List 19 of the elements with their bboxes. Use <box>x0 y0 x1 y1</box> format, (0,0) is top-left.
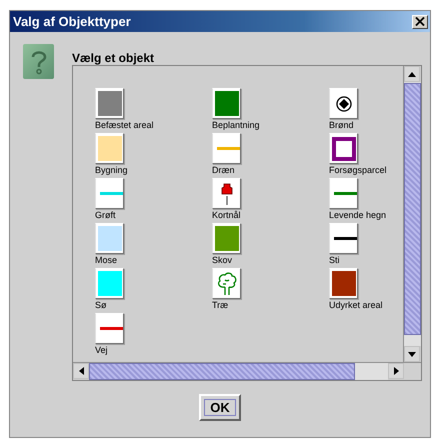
object-type-label: Vej <box>95 344 108 356</box>
window-title: Valg af Objekttyper <box>13 14 131 29</box>
object-type-label: Beplantning <box>212 119 260 131</box>
dialog-heading: Vælg et objekt <box>72 51 156 65</box>
object-type-label: Kortnål <box>212 209 241 221</box>
object-type-label: Sti <box>329 254 340 266</box>
object-type-label: Brønd <box>329 119 354 131</box>
object-type-label: Udyrket areal <box>329 299 383 311</box>
object-type-label: Træ <box>212 299 228 311</box>
object-type-label: Skov <box>212 254 232 266</box>
object-type-label: Levende hegn <box>329 209 386 221</box>
object-type-label: Befæstet areal <box>95 119 154 131</box>
object-type-label: Bygning <box>95 164 128 176</box>
object-type-label: Forsøgsparcel <box>329 164 387 176</box>
object-type-label: Mose <box>95 254 118 266</box>
object-type-label: Sø <box>95 299 107 311</box>
object-type-label: Dræn <box>212 164 235 176</box>
ok-button[interactable]: OK <box>199 394 241 421</box>
object-type-label: Grøft <box>95 209 116 221</box>
